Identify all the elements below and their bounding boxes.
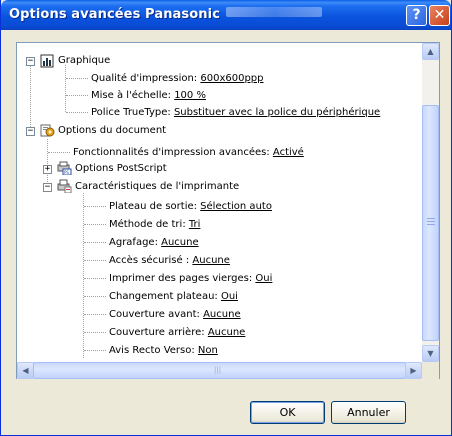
- setting-pages-vierges[interactable]: Imprimer des pages vierges: Oui: [109, 270, 272, 287]
- vertical-scroll-thumb[interactable]: [422, 105, 439, 341]
- collapse-caracteristiques-toggle[interactable]: −: [43, 183, 52, 192]
- help-button[interactable]: ?: [406, 5, 427, 26]
- setting-label: Fonctionnalités d'impression avancées:: [73, 147, 273, 158]
- setting-police-truetype[interactable]: Police TrueType: Substituer avec la poli…: [91, 104, 380, 121]
- collapse-graphique-toggle[interactable]: −: [26, 57, 35, 66]
- setting-agrafage[interactable]: Agrafage: Aucune: [109, 234, 199, 251]
- setting-value[interactable]: Oui: [221, 291, 238, 302]
- postscript-icon: PS: [57, 161, 72, 175]
- setting-acces-securise[interactable]: Accès sécurisé : Aucune: [109, 252, 230, 269]
- setting-methode-tri[interactable]: Méthode de tri: Tri: [109, 216, 200, 233]
- cancel-button[interactable]: Annuler: [331, 401, 406, 424]
- setting-label: Mise à l'échelle:: [91, 90, 175, 101]
- setting-value[interactable]: Non: [198, 345, 218, 356]
- setting-value[interactable]: Sélection auto: [200, 201, 272, 212]
- horizontal-scrollbar[interactable]: ◀ ||| ▶: [17, 362, 422, 379]
- horizontal-scroll-thumb[interactable]: |||: [33, 362, 406, 379]
- scrollbar-corner: [422, 362, 439, 379]
- setting-label: Imprimer des pages vierges:: [109, 273, 256, 284]
- tree-node-options-postscript[interactable]: Options PostScript: [75, 160, 167, 177]
- setting-value[interactable]: 600x600ppp: [200, 73, 263, 84]
- setting-label: Couverture arrière:: [109, 327, 208, 338]
- window-title: Options avancées Panasonic: [9, 7, 323, 22]
- tree-node-options-document[interactable]: Options du document: [58, 122, 166, 139]
- tree-node-caracteristiques-imprimante[interactable]: Caractéristiques de l'imprimante: [75, 178, 239, 195]
- setting-value[interactable]: Aucune: [192, 255, 230, 266]
- setting-fonctionnalites-avancees[interactable]: Fonctionnalités d'impression avancées: A…: [73, 144, 304, 161]
- title-bar[interactable]: Options avancées Panasonic ? ✕: [1, 0, 451, 30]
- setting-label: Police TrueType:: [91, 107, 174, 118]
- options-tree[interactable]: − Graphique Qualité d'impression: 600x60…: [17, 43, 422, 362]
- chart-icon: [40, 54, 54, 68]
- setting-changement-plateau[interactable]: Changement plateau: Oui: [109, 288, 238, 305]
- setting-qualite-impression[interactable]: Qualité d'impression: 600x600ppp: [91, 70, 264, 87]
- setting-plateau-sortie[interactable]: Plateau de sortie: Sélection auto: [109, 198, 272, 215]
- close-button[interactable]: ✕: [429, 5, 450, 26]
- ok-button[interactable]: OK: [250, 401, 325, 424]
- tree-node-graphique[interactable]: Graphique: [58, 52, 110, 69]
- setting-label: Méthode de tri:: [109, 219, 189, 230]
- setting-label: Avis Recto Verso:: [109, 345, 198, 356]
- setting-label: Qualité d'impression:: [91, 73, 201, 84]
- window-title-text: Options avancées Panasonic: [9, 7, 221, 22]
- setting-label: Couverture avant:: [109, 309, 204, 320]
- scroll-left-button[interactable]: ◀: [17, 362, 34, 379]
- expand-postscript-toggle[interactable]: +: [43, 165, 52, 174]
- scroll-grip: |||: [214, 366, 222, 374]
- setting-avis-recto-verso[interactable]: Avis Recto Verso: Non: [109, 342, 218, 359]
- setting-value[interactable]: Aucune: [203, 309, 241, 320]
- setting-couverture-avant[interactable]: Couverture avant: Aucune: [109, 306, 241, 323]
- setting-value[interactable]: Aucune: [208, 327, 246, 338]
- svg-text:PS: PS: [64, 170, 69, 175]
- vertical-scrollbar[interactable]: ▲ ▼: [422, 43, 439, 362]
- setting-label: Plateau de sortie:: [109, 201, 201, 212]
- setting-value[interactable]: 100 %: [174, 90, 206, 101]
- setting-value[interactable]: Aucune: [161, 237, 199, 248]
- setting-mise-echelle[interactable]: Mise à l'échelle: 100 %: [91, 87, 206, 104]
- setting-value[interactable]: Activé: [273, 147, 304, 158]
- setting-label: Agrafage:: [109, 237, 162, 248]
- printer-features-icon: [57, 179, 72, 193]
- options-tree-panel: − Graphique Qualité d'impression: 600x60…: [16, 42, 440, 379]
- advanced-options-dialog: Options avancées Panasonic ? ✕ − Graphiq…: [0, 0, 452, 436]
- setting-couverture-arriere[interactable]: Couverture arrière: Aucune: [109, 324, 245, 341]
- setting-value[interactable]: Tri: [189, 219, 201, 230]
- scroll-down-button[interactable]: ▼: [422, 345, 439, 362]
- scroll-up-button[interactable]: ▲: [422, 43, 439, 60]
- redacted-model-text: [226, 7, 323, 17]
- setting-label: Changement plateau:: [109, 291, 221, 302]
- document-options-icon: [40, 124, 55, 137]
- setting-value[interactable]: Substituer avec la police du périphériqu…: [174, 107, 380, 118]
- setting-label: Accès sécurisé :: [109, 255, 193, 266]
- setting-value[interactable]: Oui: [255, 273, 272, 284]
- collapse-document-toggle[interactable]: −: [26, 127, 35, 136]
- scroll-right-button[interactable]: ▶: [405, 362, 422, 379]
